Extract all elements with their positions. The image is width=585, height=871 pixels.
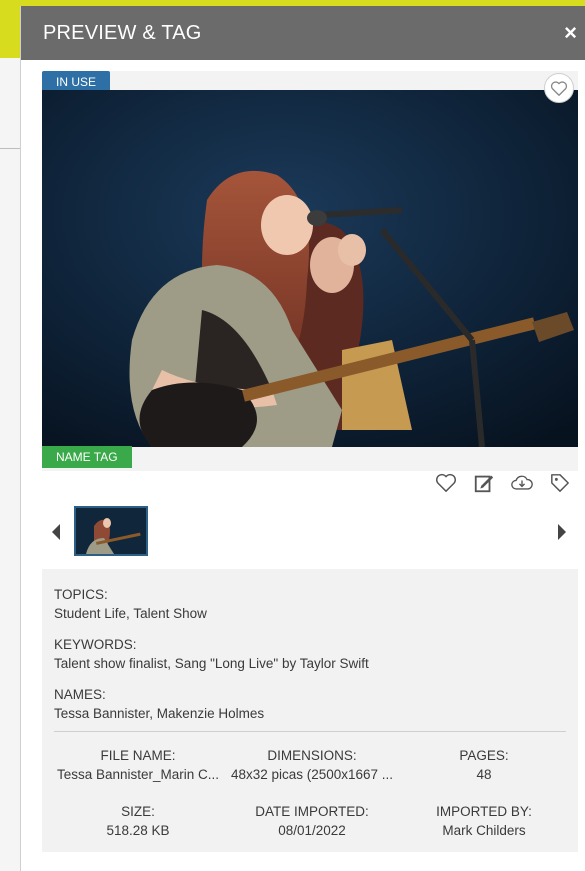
preview-tag-panel: PREVIEW & TAG × IN USE NAME TAG TOPICS: …: [20, 6, 585, 871]
date-imported-value: 08/01/2022: [278, 823, 346, 838]
size-cell: SIZE: 518.28 KB: [54, 802, 222, 840]
image-actions: [435, 472, 571, 494]
size-label: SIZE:: [121, 804, 155, 819]
keywords-section: KEYWORDS: Talent show finalist, Sang "Lo…: [54, 635, 566, 673]
imported-by-label: IMPORTED BY:: [436, 804, 532, 819]
thumbnail-carousel: [42, 506, 578, 558]
thumbnail-image[interactable]: [74, 506, 148, 556]
file-name-label: FILE NAME:: [100, 748, 176, 763]
keywords-label: KEYWORDS:: [54, 637, 137, 652]
panel-header: PREVIEW & TAG ×: [21, 6, 585, 60]
edit-note-icon: [474, 475, 494, 493]
names-section: NAMES: Tessa Bannister, Makenzie Holmes: [54, 685, 566, 723]
download-button[interactable]: [511, 472, 533, 494]
close-button[interactable]: ×: [564, 22, 577, 44]
file-metadata: FILE NAME: Tessa Bannister_Marin C... DI…: [54, 746, 566, 840]
heart-outline-icon: [436, 473, 456, 492]
keywords-value: Talent show finalist, Sang "Long Live" b…: [54, 656, 369, 671]
dimensions-cell: DIMENSIONS: 48x32 picas (2500x1667 ...: [222, 746, 402, 784]
next-image-button[interactable]: [558, 524, 566, 540]
dimensions-label: DIMENSIONS:: [267, 748, 357, 763]
pages-label: PAGES:: [459, 748, 509, 763]
pages-value: 48: [476, 767, 492, 782]
background-page: [0, 58, 20, 871]
image-preview: IN USE NAME TAG: [42, 71, 578, 471]
imported-by-cell: IMPORTED BY: Mark Childers: [402, 802, 566, 840]
favorite-button[interactable]: [435, 472, 457, 494]
file-name-cell: FILE NAME: Tessa Bannister_Marin C...: [54, 746, 222, 784]
background-accent: [0, 0, 22, 58]
tag-icon: [551, 474, 569, 492]
heart-outline-icon: [550, 81, 568, 96]
topics-value: Student Life, Talent Show: [54, 606, 207, 621]
cloud-download-icon: [511, 475, 533, 490]
tag-button[interactable]: [549, 472, 571, 494]
topics-label: TOPICS:: [54, 587, 108, 602]
pages-cell: PAGES: 48: [402, 746, 566, 784]
file-name-value: Tessa Bannister_Marin C...: [56, 767, 220, 782]
panel-title: PREVIEW & TAG: [43, 21, 202, 44]
image-details: TOPICS: Student Life, Talent Show KEYWOR…: [42, 569, 578, 852]
edit-button[interactable]: [473, 472, 495, 494]
preview-photo[interactable]: [42, 90, 578, 447]
dimensions-value: 48x32 picas (2500x1667 ...: [230, 767, 394, 782]
favorite-toggle-button[interactable]: [544, 73, 574, 103]
name-tag-badge[interactable]: NAME TAG: [42, 446, 132, 468]
date-imported-label: DATE IMPORTED:: [255, 804, 369, 819]
imported-by-value: Mark Childers: [442, 823, 526, 838]
names-value: Tessa Bannister, Makenzie Holmes: [54, 706, 265, 721]
details-divider: [54, 731, 566, 732]
topics-section: TOPICS: Student Life, Talent Show: [54, 585, 566, 623]
names-label: NAMES:: [54, 687, 106, 702]
date-imported-cell: DATE IMPORTED: 08/01/2022: [222, 802, 402, 840]
background-divider: [0, 148, 22, 149]
previous-image-button[interactable]: [52, 524, 60, 540]
size-value: 518.28 KB: [106, 823, 170, 838]
